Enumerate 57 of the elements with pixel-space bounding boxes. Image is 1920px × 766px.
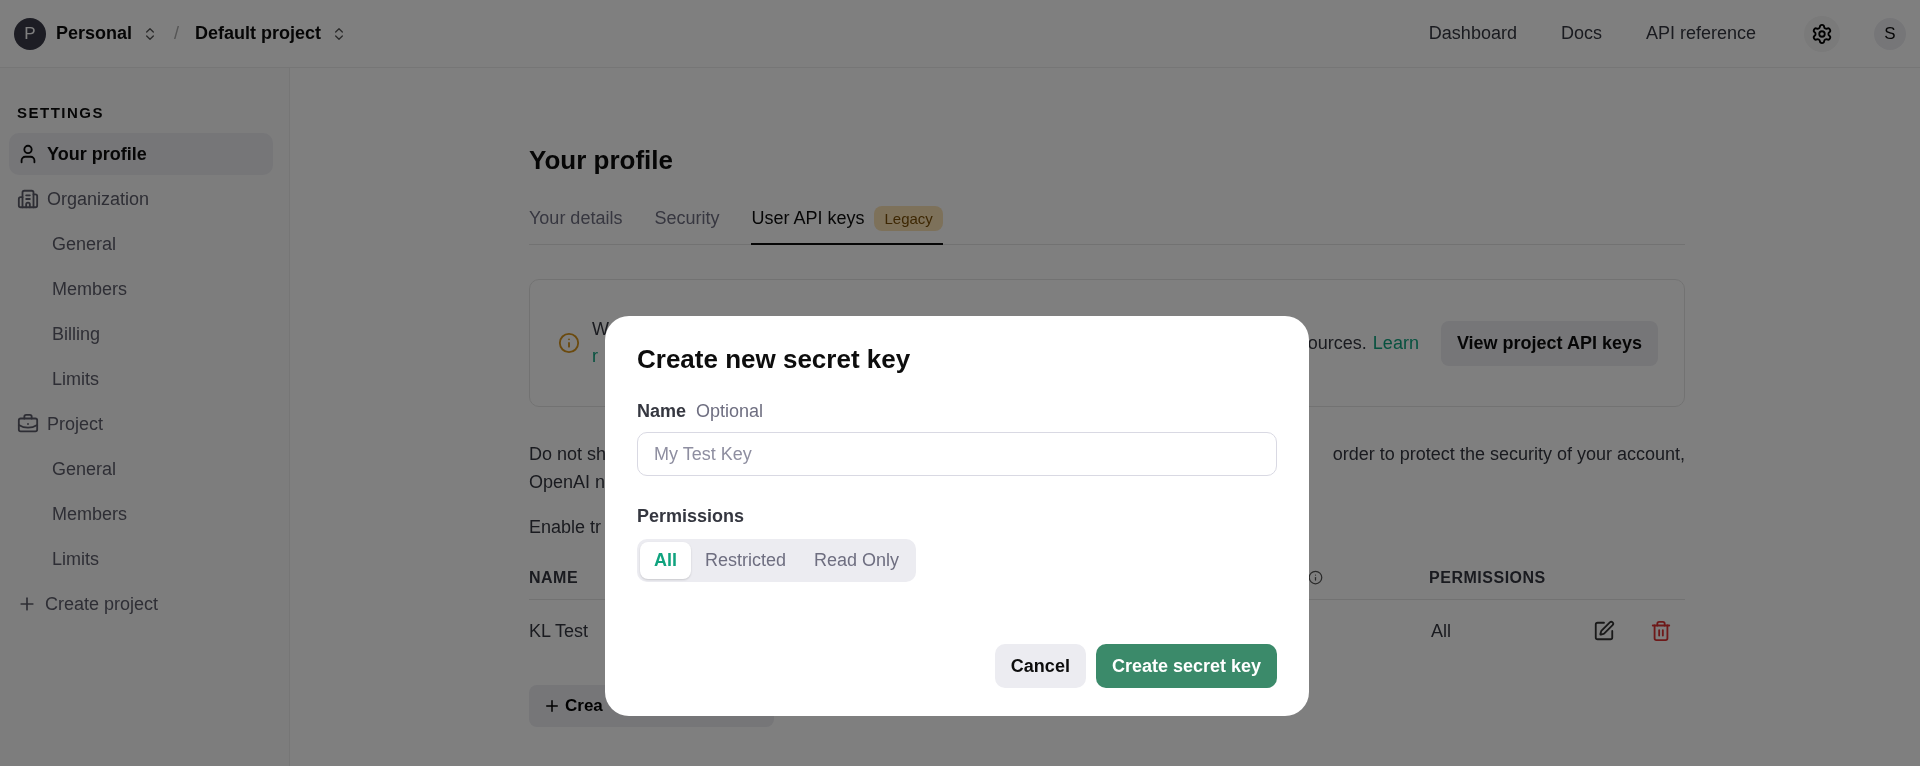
paragraph-text: Do not sh [529,443,607,465]
paragraph-text: Enable tr [529,517,602,537]
briefcase-icon [17,413,39,435]
tab[interactable]: Your details [529,206,623,245]
breadcrumb-separator: / [174,23,180,44]
paragraph-text: order to protect the security of your account, [1332,443,1685,465]
field-label: Name [637,401,687,421]
sidebar-item[interactable]: Organization [9,178,273,220]
tab[interactable]: User API keys Legacy [751,206,943,245]
sidebar-item[interactable]: General [9,448,273,490]
paragraph-text: OpenAI n [529,471,606,493]
gear-icon [1811,22,1833,45]
building-icon [17,188,39,210]
sidebar-item[interactable]: Limits [9,358,273,400]
nav-link[interactable]: Docs [1560,23,1602,44]
project-switcher[interactable]: Default project [195,23,322,44]
modal-title: Create new secret key [637,344,912,375]
sidebar-heading: SETTINGS [17,104,105,121]
org-avatar[interactable]: P [14,17,46,50]
org-switcher[interactable]: Personal [56,23,133,44]
sidebar-item[interactable]: Limits [9,538,273,580]
column-header: PERMISSIONS [1429,568,1546,587]
column-header: NAME [529,568,579,587]
plus-icon [543,697,561,715]
notice-text: W [592,319,609,340]
tab[interactable]: Security [654,206,720,245]
settings-button[interactable] [1804,15,1840,52]
user-avatar[interactable]: S [1874,17,1906,50]
learn-more-link[interactable]: r [592,346,609,367]
notice-text: ources. [1307,332,1367,354]
sidebar-item[interactable]: Your profile [9,133,273,175]
table-cell: All [1431,620,1452,642]
create-button[interactable]: Create secret key [1095,644,1277,688]
field-hint: Optional [696,401,764,421]
sidebar-item[interactable]: Members [9,493,273,535]
sidebar-item[interactable]: General [9,223,273,265]
legacy-badge: Legacy [874,206,943,231]
info-icon [558,332,580,354]
trash-icon[interactable] [1650,620,1673,642]
field-label: Permissions [637,506,745,526]
nav-link[interactable]: API reference [1645,23,1756,44]
view-project-keys-button[interactable]: View project API keys [1440,320,1658,366]
table-cell: KL Test [529,620,589,642]
permission-option[interactable]: All [640,542,691,579]
sidebar-item[interactable]: Create project [9,583,273,625]
permission-option[interactable]: Read Only [800,542,914,579]
sidebar-item[interactable]: Members [9,268,273,310]
cancel-button[interactable]: Cancel [994,644,1086,688]
nav-link[interactable]: Dashboard [1428,23,1517,44]
sidebar-item[interactable]: Billing [9,313,273,355]
permission-option[interactable]: Restricted [691,542,801,579]
learn-more-link[interactable]: Learn [1372,332,1419,354]
info-icon [1308,570,1324,585]
edit-icon[interactable] [1593,620,1616,642]
name-input-field[interactable]: My Test Key [637,432,1277,476]
page-title: Your profile [529,145,674,176]
sidebar-item[interactable]: Project [9,403,273,445]
